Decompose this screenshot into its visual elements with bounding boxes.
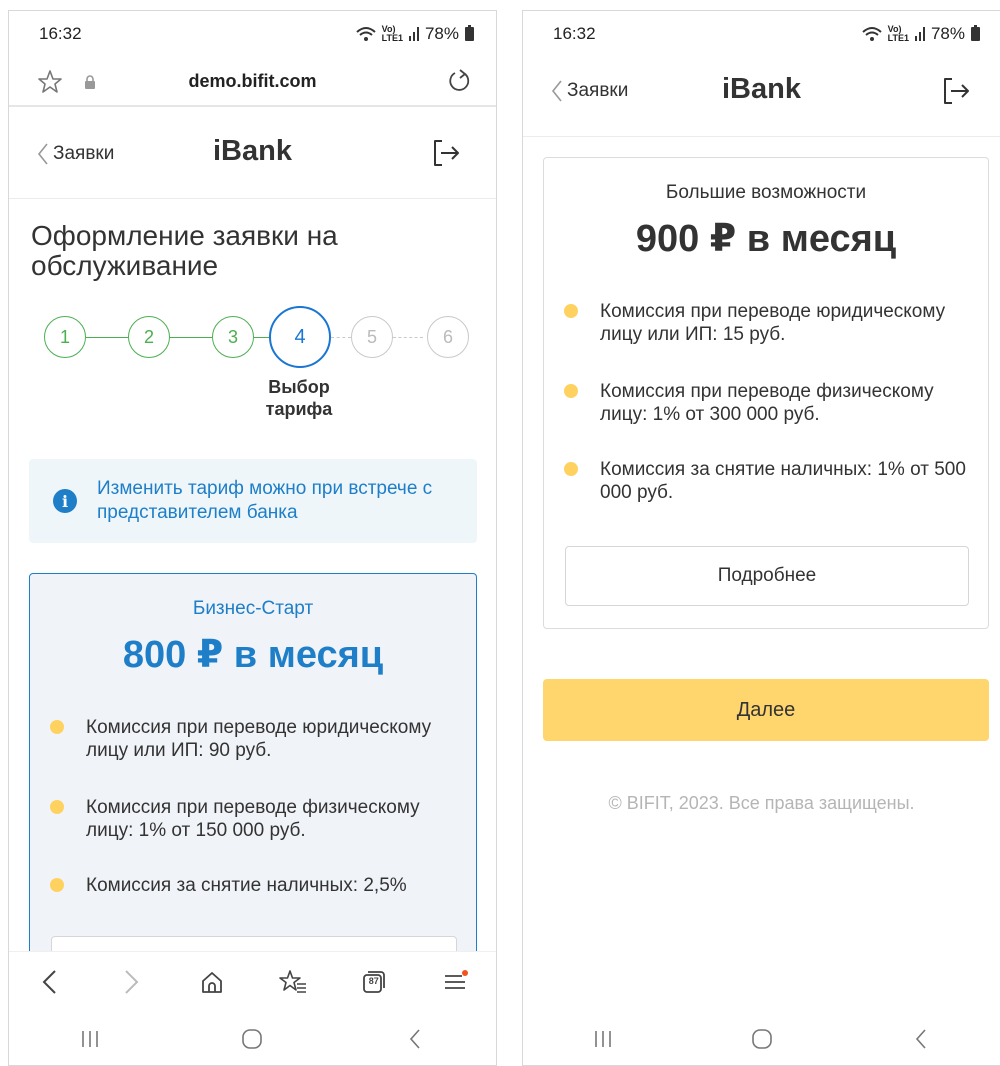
step-1: 1 <box>44 316 86 358</box>
app-header: Заявки iBank <box>523 47 1000 137</box>
tabs-count: 87 <box>368 975 379 986</box>
signal-icon <box>408 27 419 41</box>
tariff-feature: Комиссия за снятие наличных: 2,5% <box>50 874 458 897</box>
step-5: 5 <box>351 316 393 358</box>
status-icons: Vo) LTE1 78% <box>861 24 980 44</box>
info-text: Изменить тариф можно при встрече с предс… <box>97 478 433 523</box>
battery-level: 78% <box>424 24 459 43</box>
recent-apps-icon[interactable] <box>588 1024 618 1054</box>
recent-apps-icon[interactable] <box>75 1024 105 1054</box>
bullet-icon <box>50 878 64 892</box>
menu-icon[interactable] <box>440 967 470 997</box>
step-4-current: 4 <box>269 306 331 368</box>
step-3: 3 <box>212 316 254 358</box>
bookmarks-icon[interactable] <box>278 967 308 997</box>
status-bar: 16:32 Vo) LTE1 78% <box>9 11 496 57</box>
tariff-feature: Комиссия при переводе юридическому лицу … <box>50 716 458 762</box>
more-details-button[interactable]: Подробнее <box>565 546 969 606</box>
tariff-feature: Комиссия при переводе физическому лицу: … <box>564 380 970 426</box>
tariff-price: 800 ₽ в месяц <box>122 634 384 676</box>
browser-url[interactable]: demo.bifit.com <box>9 71 496 92</box>
lte-icon: Vo) LTE1 <box>381 24 403 43</box>
tariff-card-business-start[interactable]: Бизнес-Старт 800 ₽ в месяц Комиссия при … <box>29 573 477 993</box>
lte-icon: Vo) LTE1 <box>887 24 909 43</box>
bullet-icon <box>50 720 64 734</box>
browser-toolbar: 87 <box>9 951 496 1011</box>
step-caption: Выбор тарифа <box>265 377 333 419</box>
system-nav-bar <box>9 1011 496 1065</box>
system-back-icon[interactable] <box>906 1024 936 1054</box>
step-2: 2 <box>128 316 170 358</box>
home-button-icon[interactable] <box>237 1024 267 1054</box>
battery-icon <box>465 25 474 41</box>
status-time: 16:32 <box>39 24 82 43</box>
back-arrow-icon[interactable] <box>35 967 65 997</box>
app-title: iBank <box>722 73 801 105</box>
info-notice: i Изменить тариф можно при встрече с пре… <box>29 459 477 543</box>
signal-icon <box>914 27 925 41</box>
browser-address-bar: demo.bifit.com <box>9 57 496 107</box>
status-time: 16:32 <box>553 24 596 43</box>
reload-icon[interactable] <box>446 69 472 95</box>
battery-icon <box>971 25 980 41</box>
system-nav-bar <box>523 1011 1000 1065</box>
home-icon[interactable] <box>197 967 227 997</box>
logout-icon[interactable] <box>940 75 972 107</box>
wifi-icon <box>861 27 882 41</box>
battery-level: 78% <box>930 24 965 43</box>
app-title: iBank <box>213 135 292 167</box>
progress-stepper: 1 2 3 4 5 6 Выбор тарифа <box>44 306 469 426</box>
tariff-card-big-opportunities[interactable]: Большие возможности 900 ₽ в месяц Комисс… <box>543 157 989 629</box>
info-icon: i <box>53 489 77 513</box>
tariff-name: Бизнес-Старт <box>192 598 314 619</box>
tariff-feature: Комиссия при переводе физическому лицу: … <box>50 796 458 842</box>
page-title: Оформление заявки на обслуживание <box>31 220 338 281</box>
forward-arrow-icon[interactable] <box>116 967 146 997</box>
wifi-icon <box>355 27 376 41</box>
step-6: 6 <box>427 316 469 358</box>
tariff-feature: Комиссия при переводе юридическому лицу … <box>564 300 970 346</box>
home-button-icon[interactable] <box>747 1024 777 1054</box>
bullet-icon <box>564 304 578 318</box>
tariff-name: Большие возможности <box>665 182 867 203</box>
status-icons: Vo) LTE1 78% <box>355 24 474 44</box>
copyright: © BIFIT, 2023. Все права защищены. <box>608 793 915 813</box>
tabs-icon[interactable]: 87 <box>359 967 389 997</box>
bullet-icon <box>50 800 64 814</box>
bullet-icon <box>564 384 578 398</box>
app-header: Заявки iBank <box>9 109 496 199</box>
phone-screen-right: 16:32 Vo) LTE1 78% Заявки iBank Большие в… <box>522 10 1000 1066</box>
system-back-icon[interactable] <box>400 1024 430 1054</box>
tariff-feature: Комиссия за снятие наличных: 1% от 500 0… <box>564 458 970 504</box>
bullet-icon <box>564 462 578 476</box>
phone-screen-left: 16:32 Vo) LTE1 78% demo.bifit.com Заявки … <box>8 10 497 1066</box>
logout-icon[interactable] <box>430 137 462 169</box>
tariff-price: 900 ₽ в месяц <box>635 218 897 260</box>
next-button[interactable]: Далее <box>543 679 989 741</box>
